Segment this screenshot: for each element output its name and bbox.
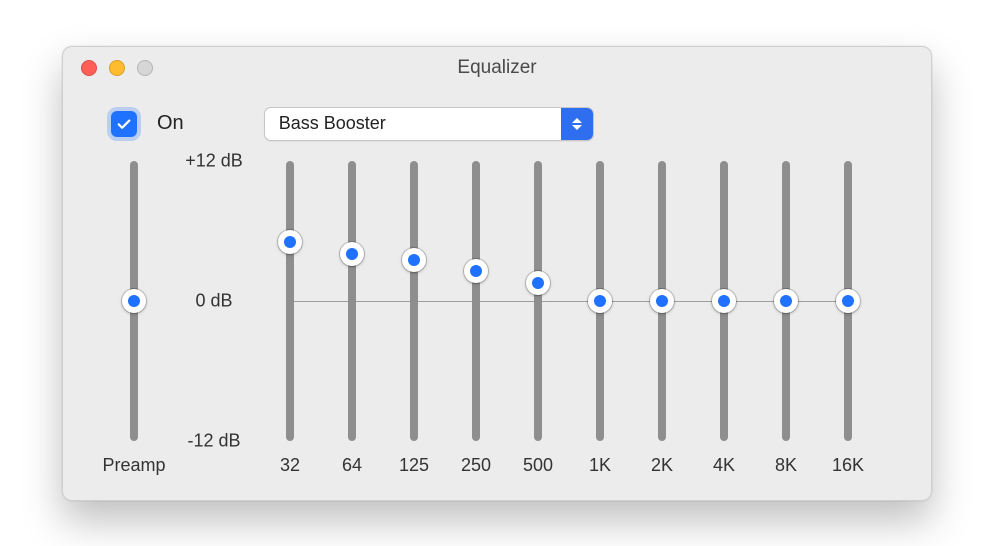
band-label: 250 — [461, 455, 491, 476]
preset-select[interactable]: Bass Booster — [264, 107, 594, 141]
band-label: 125 — [399, 455, 429, 476]
titlebar: Equalizer — [63, 47, 931, 89]
band-slider[interactable] — [693, 161, 755, 441]
band-column: 8K — [755, 161, 817, 476]
band-label: 16K — [832, 455, 864, 476]
scale-top-label: +12 dB — [169, 150, 259, 171]
select-stepper-icon — [561, 108, 593, 140]
band-knob[interactable] — [712, 289, 736, 313]
band-knob[interactable] — [278, 230, 302, 254]
band-knob[interactable] — [340, 242, 364, 266]
band-column: 1K — [569, 161, 631, 476]
band-label: 4K — [713, 455, 735, 476]
band-label: 32 — [280, 455, 300, 476]
on-checkbox[interactable] — [111, 111, 137, 137]
band-knob[interactable] — [836, 289, 860, 313]
traffic-lights — [63, 60, 153, 76]
band-slider[interactable] — [507, 161, 569, 441]
preset-selected: Bass Booster — [265, 108, 561, 140]
preamp-column: Preamp — [99, 161, 169, 476]
scale-mid-label: 0 dB — [169, 290, 259, 311]
band-column: 64 — [321, 161, 383, 476]
window-title: Equalizer — [63, 57, 931, 79]
band-knob[interactable] — [464, 259, 488, 283]
zoom-icon[interactable] — [137, 60, 153, 76]
controls-row: On Bass Booster — [63, 89, 931, 151]
band-label: 1K — [589, 455, 611, 476]
band-column: 250 — [445, 161, 507, 476]
band-knob[interactable] — [650, 289, 674, 313]
preamp-label: Preamp — [102, 455, 165, 476]
band-label: 64 — [342, 455, 362, 476]
band-column: 16K — [817, 161, 879, 476]
band-label: 500 — [523, 455, 553, 476]
band-slider[interactable] — [259, 161, 321, 441]
band-slider[interactable] — [755, 161, 817, 441]
band-column: 125 — [383, 161, 445, 476]
minimize-icon[interactable] — [109, 60, 125, 76]
band-slider[interactable] — [445, 161, 507, 441]
preamp-knob[interactable] — [122, 289, 146, 313]
band-column: 32 — [259, 161, 321, 476]
band-knob[interactable] — [526, 271, 550, 295]
band-column: 500 — [507, 161, 569, 476]
band-slider[interactable] — [321, 161, 383, 441]
band-knob[interactable] — [774, 289, 798, 313]
band-knob[interactable] — [402, 248, 426, 272]
on-label: On — [157, 112, 184, 135]
checkmark-icon — [115, 115, 133, 133]
preamp-slider[interactable] — [99, 161, 169, 441]
slider-row: Preamp +12 dB 0 dB -12 dB . 32 64 125 250 50… — [99, 161, 895, 476]
band-slider[interactable] — [817, 161, 879, 441]
band-slider[interactable] — [569, 161, 631, 441]
band-label: 2K — [651, 455, 673, 476]
band-column: 2K — [631, 161, 693, 476]
band-knob[interactable] — [588, 289, 612, 313]
band-label: 8K — [775, 455, 797, 476]
scale-bottom-label: -12 dB — [169, 430, 259, 451]
scale-column: +12 dB 0 dB -12 dB . — [169, 161, 259, 476]
band-slider[interactable] — [631, 161, 693, 441]
close-icon[interactable] — [81, 60, 97, 76]
band-column: 4K — [693, 161, 755, 476]
equalizer-area: Preamp +12 dB 0 dB -12 dB . 32 64 125 250 50… — [63, 151, 931, 500]
equalizer-window: Equalizer On Bass Booster Preamp — [62, 46, 932, 501]
band-slider[interactable] — [383, 161, 445, 441]
